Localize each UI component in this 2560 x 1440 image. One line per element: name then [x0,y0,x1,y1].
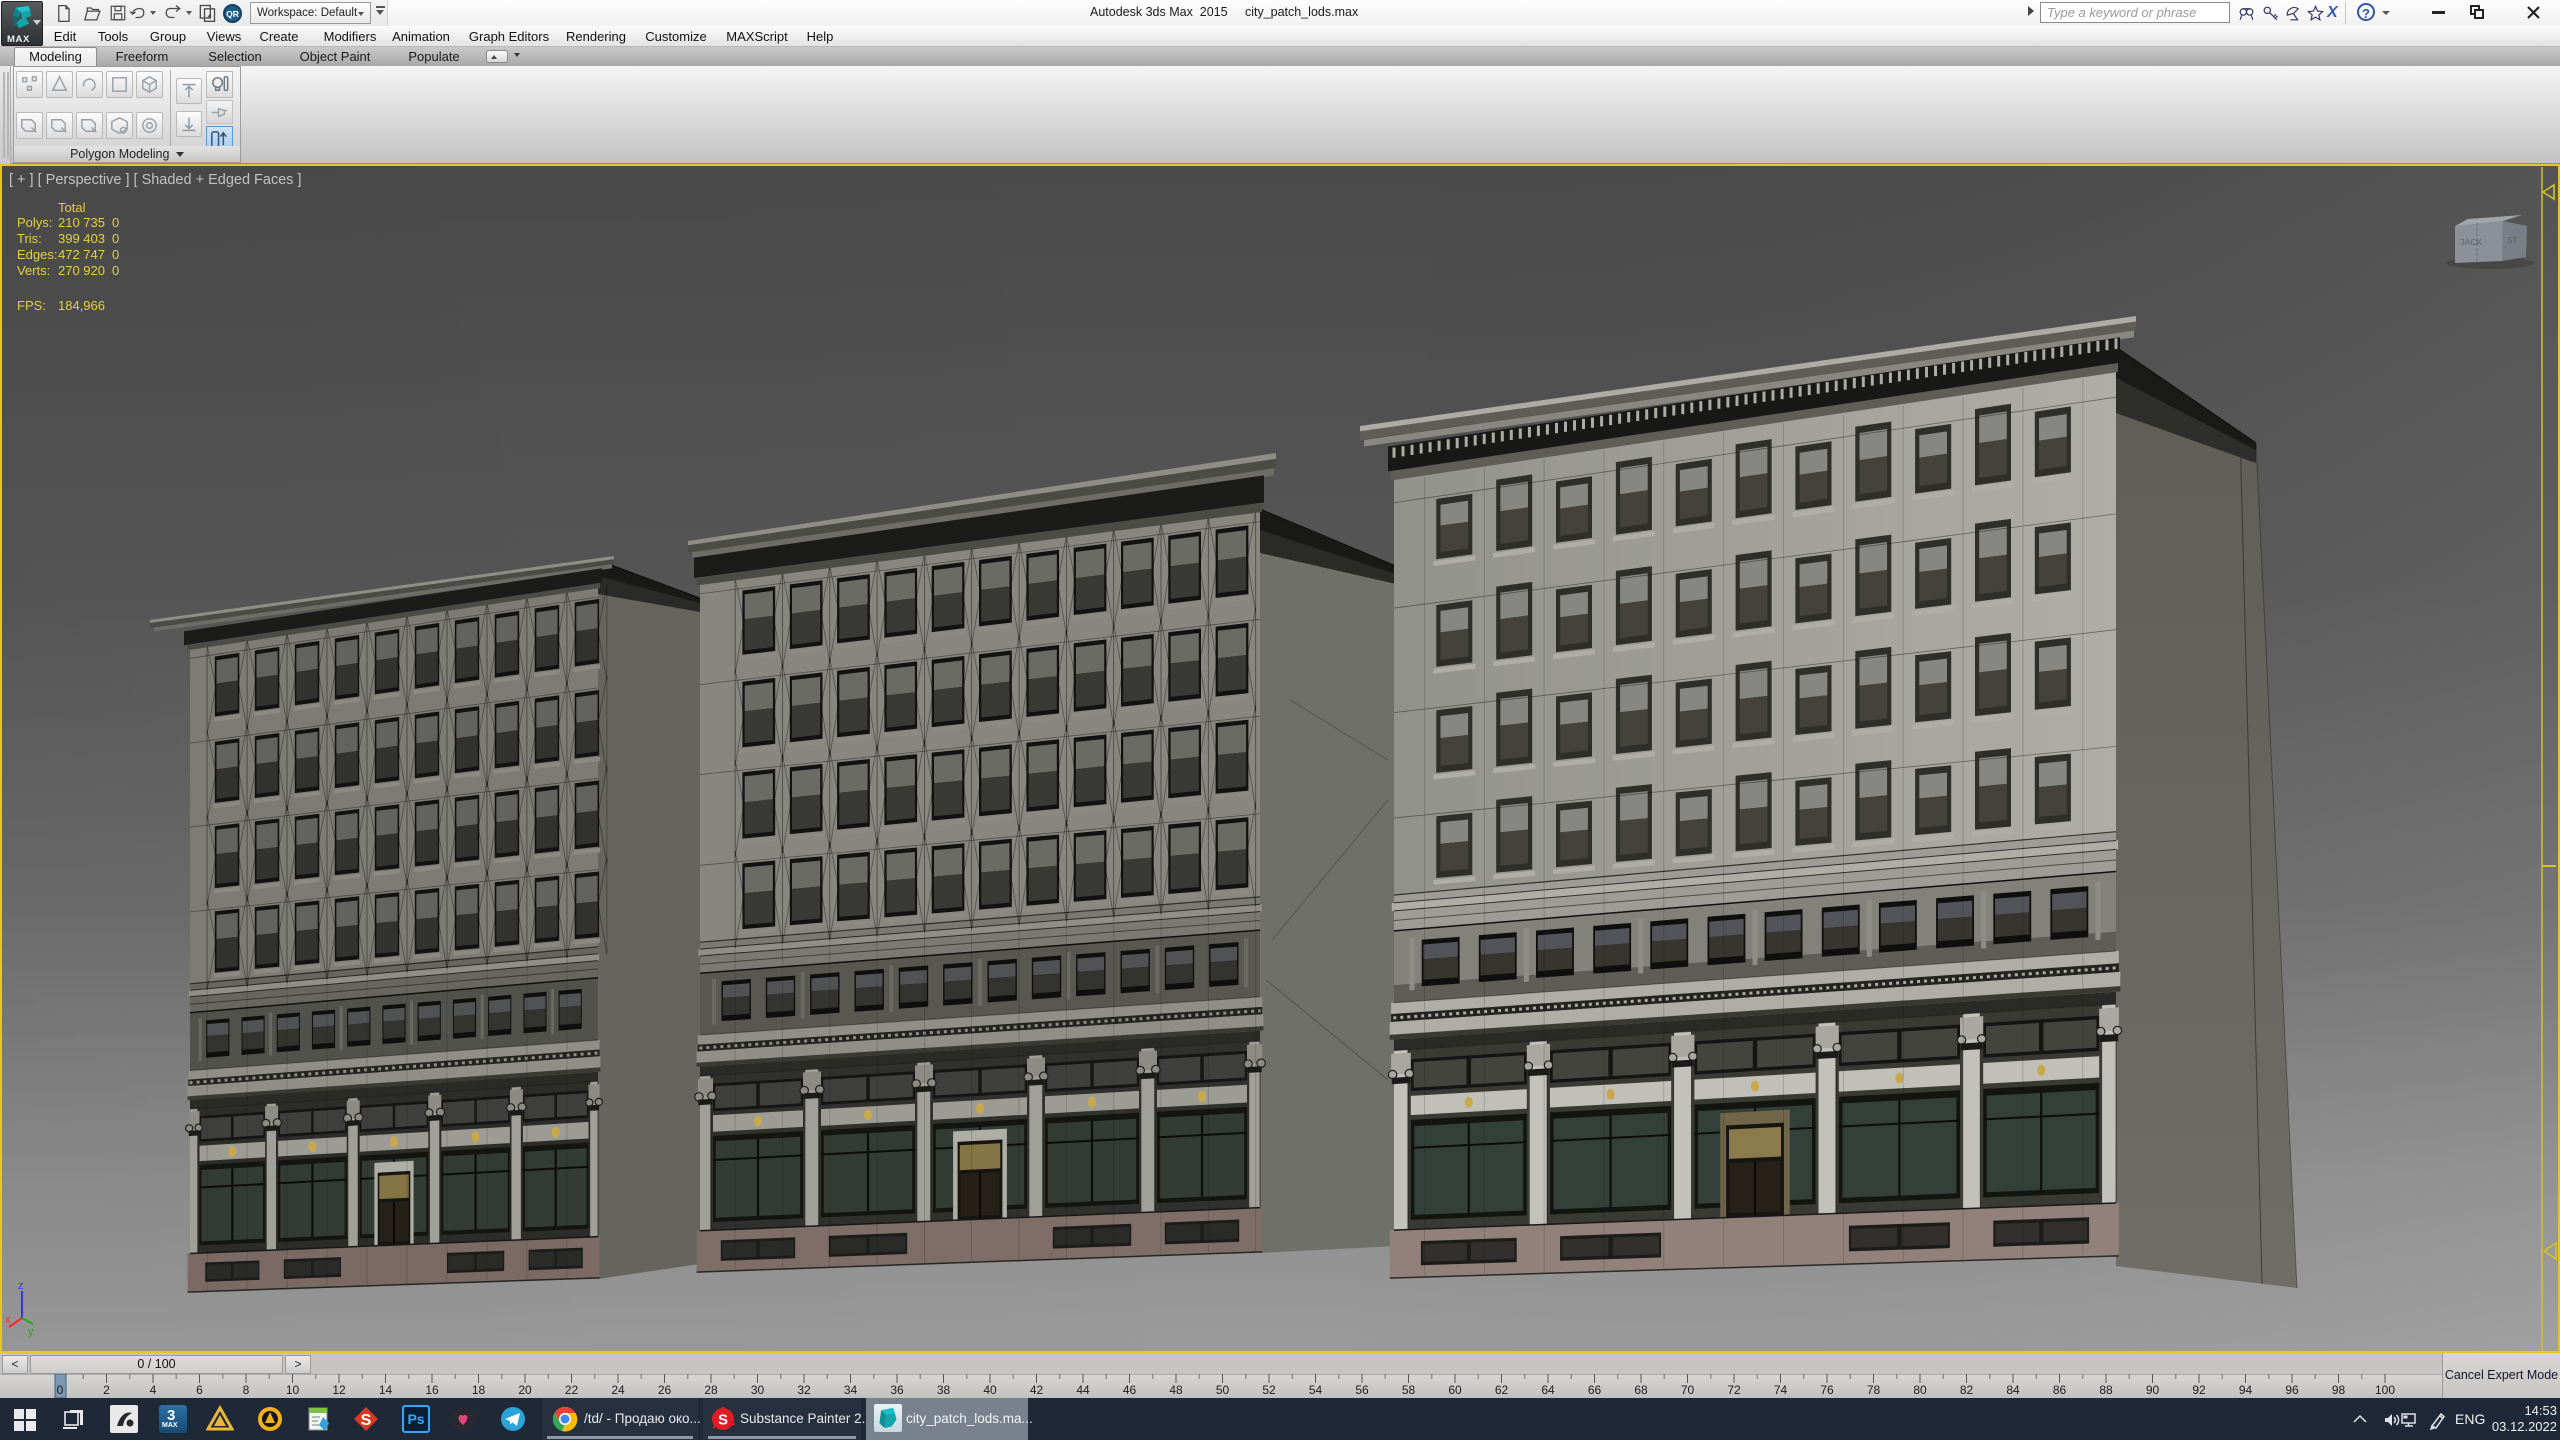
svg-text:98: 98 [2332,1383,2346,1397]
svg-text:8: 8 [243,1383,250,1397]
svg-text:44: 44 [1076,1383,1090,1397]
svg-text:z: z [18,1280,24,1292]
svg-text:22: 22 [565,1383,579,1397]
svg-text:y: y [28,1326,34,1338]
svg-text:92: 92 [2192,1383,2206,1397]
svg-text:24: 24 [611,1383,625,1397]
svg-text:48: 48 [1169,1383,1183,1397]
svg-text:4: 4 [150,1383,157,1397]
svg-text:S: S [718,1412,728,1429]
svg-text:[ + ] [ Perspective ] [ Shaded: [ + ] [ Perspective ] [ Shaded + Edged F… [9,172,302,188]
svg-text:Edges:: Edges: [17,247,57,262]
svg-text:210 735: 210 735 [58,215,105,230]
svg-text:6: 6 [196,1383,203,1397]
svg-text:60: 60 [1448,1383,1462,1397]
svg-text:Polys:: Polys: [17,215,52,230]
svg-text:64: 64 [1541,1383,1555,1397]
svg-text:70: 70 [1681,1383,1695,1397]
svg-text:x: x [5,1314,11,1326]
svg-text:2: 2 [103,1383,110,1397]
svg-text:S: S [361,1412,372,1429]
svg-text:14: 14 [379,1383,393,1397]
svg-text:56: 56 [1355,1383,1369,1397]
svg-text:0: 0 [112,215,119,230]
svg-text:0: 0 [112,247,119,262]
svg-text:58: 58 [1402,1383,1416,1397]
svg-text:399 403: 399 403 [58,231,105,246]
svg-text:18: 18 [472,1383,486,1397]
svg-text:50: 50 [1216,1383,1230,1397]
svg-text:54: 54 [1309,1383,1323,1397]
svg-text:472 747: 472 747 [58,247,105,262]
svg-text:Tris:: Tris: [17,231,42,246]
svg-text:72: 72 [1727,1383,1741,1397]
svg-text:Verts:: Verts: [17,263,50,278]
svg-text:16: 16 [425,1383,439,1397]
svg-text:76: 76 [1820,1383,1834,1397]
svg-text:28: 28 [704,1383,718,1397]
svg-text:66: 66 [1588,1383,1602,1397]
svg-text:36: 36 [890,1383,904,1397]
svg-text:42: 42 [1030,1383,1044,1397]
svg-text:68: 68 [1634,1383,1648,1397]
svg-text:40: 40 [983,1383,997,1397]
svg-text:34: 34 [844,1383,858,1397]
svg-text:3ACK: 3ACK [2460,237,2483,247]
svg-text:0: 0 [112,231,119,246]
svg-text:26: 26 [658,1383,672,1397]
svg-text:270 920: 270 920 [58,263,105,278]
svg-text:82: 82 [1960,1383,1974,1397]
svg-text:74: 74 [1774,1383,1788,1397]
svg-text:80: 80 [1913,1383,1927,1397]
svg-text:52: 52 [1262,1383,1276,1397]
svg-text:86: 86 [2053,1383,2067,1397]
svg-text:0: 0 [57,1383,64,1397]
svg-text:84: 84 [2006,1383,2020,1397]
svg-text:100: 100 [2375,1383,2395,1397]
svg-text:94: 94 [2239,1383,2253,1397]
svg-text:184,966: 184,966 [58,298,105,313]
svg-text:96: 96 [2285,1383,2299,1397]
svg-text:12: 12 [332,1383,346,1397]
svg-text:46: 46 [1123,1383,1137,1397]
svg-text:10: 10 [286,1383,300,1397]
svg-text:38: 38 [937,1383,951,1397]
svg-text:62: 62 [1495,1383,1509,1397]
svg-text:20: 20 [518,1383,532,1397]
svg-text:FPS:: FPS: [17,298,46,313]
svg-text:32: 32 [797,1383,811,1397]
svg-text:88: 88 [2099,1383,2113,1397]
svg-text:78: 78 [1867,1383,1881,1397]
svg-text:90: 90 [2146,1383,2160,1397]
svg-text:0: 0 [112,263,119,278]
svg-text:5T: 5T [2508,236,2517,245]
svg-text:Total: Total [58,200,86,215]
svg-text:30: 30 [751,1383,765,1397]
